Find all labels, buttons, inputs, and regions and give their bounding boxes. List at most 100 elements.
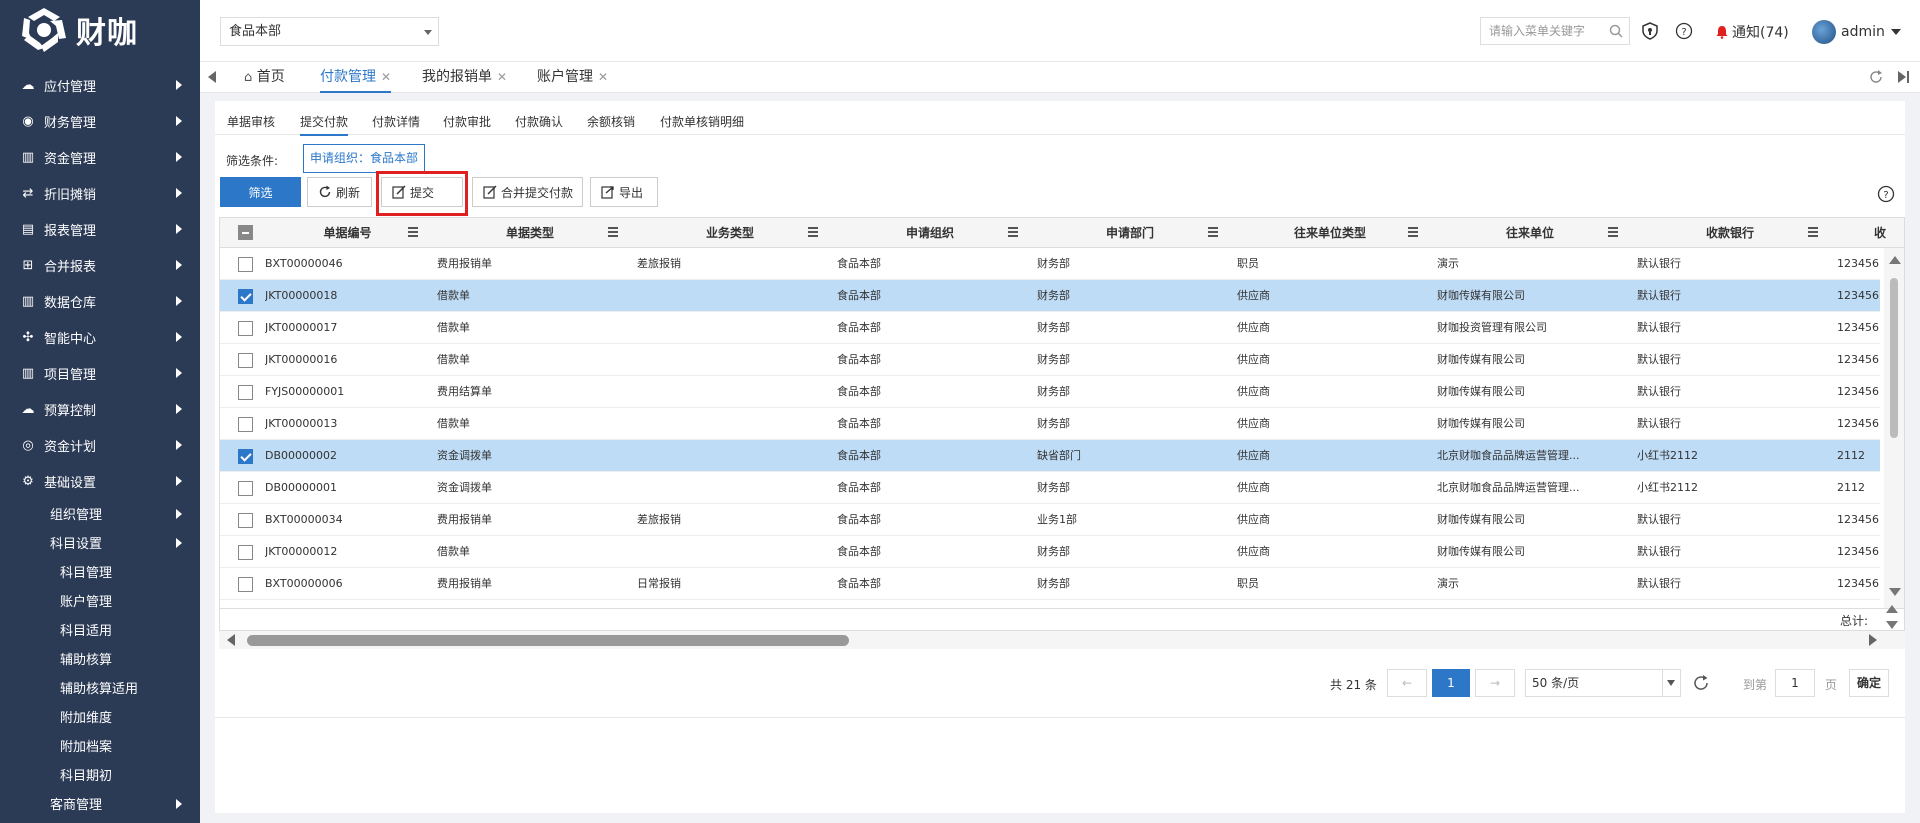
column-menu-icon[interactable] bbox=[1008, 227, 1018, 237]
column-header-5[interactable]: 往来单位类型 bbox=[1230, 218, 1430, 248]
row-checkbox[interactable] bbox=[238, 321, 253, 336]
subtab-5[interactable]: 余额核销 bbox=[587, 113, 635, 134]
goto-page-input[interactable]: 1 bbox=[1775, 669, 1815, 697]
subtab-6[interactable]: 付款单核销明细 bbox=[660, 113, 744, 134]
sidebar-subsubitem-1[interactable]: 账户管理 bbox=[0, 586, 200, 615]
table-row[interactable]: BXT00000006 费用报销单 日常报销 食品本部 财务部 职员 演示 默认银行 12345… bbox=[220, 568, 1880, 600]
row-checkbox[interactable] bbox=[238, 577, 253, 592]
column-menu-icon[interactable] bbox=[1608, 227, 1618, 237]
help-icon[interactable]: ? bbox=[1877, 185, 1895, 203]
column-header-2[interactable]: 业务类型 bbox=[630, 218, 830, 248]
tab-home[interactable]: ⌂ 首页 bbox=[244, 62, 285, 93]
merge-submit-button[interactable]: 合并提交付款 bbox=[472, 177, 583, 207]
sidebar-subitem-customer[interactable]: 客商管理 bbox=[0, 789, 200, 818]
org-select[interactable]: 食品本部 bbox=[220, 17, 439, 46]
row-checkbox[interactable] bbox=[238, 417, 253, 432]
column-header-7[interactable]: 收款银行 bbox=[1630, 218, 1830, 248]
sidebar-item-10[interactable]: ◎ 资金计划 bbox=[0, 427, 200, 463]
subtab-2[interactable]: 付款详情 bbox=[372, 113, 420, 134]
column-header-6[interactable]: 往来单位 bbox=[1430, 218, 1630, 248]
sidebar-subsubitem-5[interactable]: 附加维度 bbox=[0, 702, 200, 731]
sidebar-item-2[interactable]: ▥ 资金管理 bbox=[0, 139, 200, 175]
sidebar-item-0[interactable]: ☁ 应付管理 bbox=[0, 67, 200, 103]
table-row[interactable]: JKT00000016 借款单 食品本部 财务部 供应商 财咖传媒有限公司 默认银行 1234… bbox=[220, 344, 1880, 376]
sidebar-subsubitem-7[interactable]: 科目期初 bbox=[0, 760, 200, 789]
scroll-down-icon[interactable] bbox=[1889, 588, 1901, 596]
column-menu-icon[interactable] bbox=[808, 227, 818, 237]
search-icon[interactable] bbox=[1609, 24, 1623, 38]
sidebar-item-11[interactable]: ⚙ 基础设置 bbox=[0, 463, 200, 499]
table-row[interactable]: DB00000002 资金调拨单 食品本部 缺省部门 供应商 北京财咖食品品牌运营管理..… bbox=[220, 440, 1880, 472]
row-checkbox[interactable] bbox=[238, 449, 253, 464]
close-icon[interactable]: ✕ bbox=[381, 70, 391, 84]
sidebar-item-6[interactable]: ▥ 数据仓库 bbox=[0, 283, 200, 319]
table-row[interactable]: DB00000001 资金调拨单 食品本部 财务部 供应商 北京财咖食品品牌运营管理...… bbox=[220, 472, 1880, 504]
subtab-0[interactable]: 单据审核 bbox=[227, 113, 275, 134]
tab-my-expense-report[interactable]: 我的报销单 ✕ bbox=[422, 62, 507, 93]
user-menu[interactable]: admin bbox=[1812, 20, 1901, 44]
refresh-button[interactable]: 刷新 bbox=[307, 177, 372, 207]
scroll-up-icon[interactable] bbox=[1886, 605, 1898, 613]
page-size-select[interactable]: 50 条/页 bbox=[1525, 669, 1681, 697]
table-row[interactable]: JKT00000018 借款单 食品本部 财务部 供应商 财咖传媒有限公司 默认银行 1234… bbox=[220, 280, 1880, 312]
refresh-icon[interactable] bbox=[1868, 69, 1884, 85]
filter-tag[interactable]: 申请组织：食品本部 bbox=[303, 144, 425, 173]
sidebar-subsubitem-3[interactable]: 辅助核算 bbox=[0, 644, 200, 673]
select-all-checkbox[interactable] bbox=[238, 225, 253, 240]
sidebar-item-7[interactable]: ✣ 智能中心 bbox=[0, 319, 200, 355]
subtab-3[interactable]: 付款审批 bbox=[443, 113, 491, 134]
scroll-down-icon[interactable] bbox=[1886, 621, 1898, 629]
column-menu-icon[interactable] bbox=[608, 227, 618, 237]
help-icon[interactable]: ? bbox=[1675, 22, 1693, 40]
sidebar-item-8[interactable]: ▥ 项目管理 bbox=[0, 355, 200, 391]
table-row[interactable]: JKT00000012 借款单 食品本部 财务部 供应商 财咖传媒有限公司 默认银行 1234… bbox=[220, 536, 1880, 568]
shield-icon[interactable] bbox=[1641, 22, 1659, 40]
table-row[interactable]: JKT00000017 借款单 食品本部 财务部 供应商 财咖投资管理有限公司 默认银行 12… bbox=[220, 312, 1880, 344]
table-row[interactable]: FYJS00000001 费用结算单 食品本部 财务部 供应商 财咖传媒有限公司 默认银行 1… bbox=[220, 376, 1880, 408]
vertical-scrollbar[interactable] bbox=[1884, 248, 1904, 608]
row-checkbox[interactable] bbox=[238, 257, 253, 272]
sidebar-item-5[interactable]: ⊞ 合并报表 bbox=[0, 247, 200, 283]
column-menu-icon[interactable] bbox=[1808, 227, 1818, 237]
next-page-button[interactable]: → bbox=[1475, 669, 1515, 697]
row-checkbox[interactable] bbox=[238, 481, 253, 496]
table-row[interactable]: JKT00000013 借款单 食品本部 财务部 供应商 财咖传媒有限公司 默认银行 1234… bbox=[220, 408, 1880, 440]
close-icon[interactable]: ✕ bbox=[497, 70, 507, 84]
scroll-thumb[interactable] bbox=[247, 635, 849, 646]
goto-confirm-button[interactable]: 确定 bbox=[1849, 669, 1889, 697]
prev-page-button[interactable]: ← bbox=[1387, 669, 1427, 697]
row-checkbox[interactable] bbox=[238, 289, 253, 304]
scroll-right-icon[interactable] bbox=[1869, 634, 1877, 646]
row-checkbox[interactable] bbox=[238, 513, 253, 528]
column-menu-icon[interactable] bbox=[408, 227, 418, 237]
table-row[interactable]: BXT00000034 费用报销单 差旅报销 食品本部 业务1部 供应商 财咖传媒有限公司 默… bbox=[220, 504, 1880, 536]
sidebar-item-1[interactable]: ◉ 财务管理 bbox=[0, 103, 200, 139]
scroll-thumb[interactable] bbox=[1890, 278, 1898, 438]
export-button[interactable]: 导出 bbox=[590, 177, 658, 207]
column-header-0[interactable]: 单据编号 bbox=[265, 218, 430, 248]
column-menu-icon[interactable] bbox=[1408, 227, 1418, 237]
sidebar-subitem-1[interactable]: 科目设置 bbox=[0, 528, 200, 557]
tab-scroll-right-icon[interactable] bbox=[1898, 70, 1912, 84]
column-menu-icon[interactable] bbox=[1208, 227, 1218, 237]
notification-button[interactable]: 通知(74) bbox=[1715, 22, 1789, 42]
sidebar-subsubitem-2[interactable]: 科目适用 bbox=[0, 615, 200, 644]
sidebar-item-9[interactable]: ☁ 预算控制 bbox=[0, 391, 200, 427]
table-row[interactable]: BXT00000046 费用报销单 差旅报销 食品本部 财务部 职员 演示 默认银行 12345… bbox=[220, 248, 1880, 280]
sidebar-item-3[interactable]: ⇄ 折旧摊销 bbox=[0, 175, 200, 211]
filter-button[interactable]: 筛选 bbox=[220, 177, 301, 207]
sidebar-subitem-0[interactable]: 组织管理 bbox=[0, 499, 200, 528]
refresh-icon[interactable] bbox=[1692, 674, 1710, 692]
sidebar-item-4[interactable]: ▤ 报表管理 bbox=[0, 211, 200, 247]
subtab-1[interactable]: 提交付款 bbox=[300, 113, 349, 136]
row-checkbox[interactable] bbox=[238, 353, 253, 368]
current-page[interactable]: 1 bbox=[1432, 669, 1470, 697]
sidebar-subsubitem-0[interactable]: 科目管理 bbox=[0, 557, 200, 586]
tab-account-management[interactable]: 账户管理 ✕ bbox=[537, 62, 608, 93]
column-header-3[interactable]: 申请组织 bbox=[830, 218, 1030, 248]
tab-payment-management[interactable]: 付款管理 ✕ bbox=[320, 62, 392, 93]
scroll-up-icon[interactable] bbox=[1889, 256, 1901, 264]
sidebar-subsubitem-4[interactable]: 辅助核算适用 bbox=[0, 673, 200, 702]
subtab-4[interactable]: 付款确认 bbox=[515, 113, 563, 134]
column-header-4[interactable]: 申请部门 bbox=[1030, 218, 1230, 248]
